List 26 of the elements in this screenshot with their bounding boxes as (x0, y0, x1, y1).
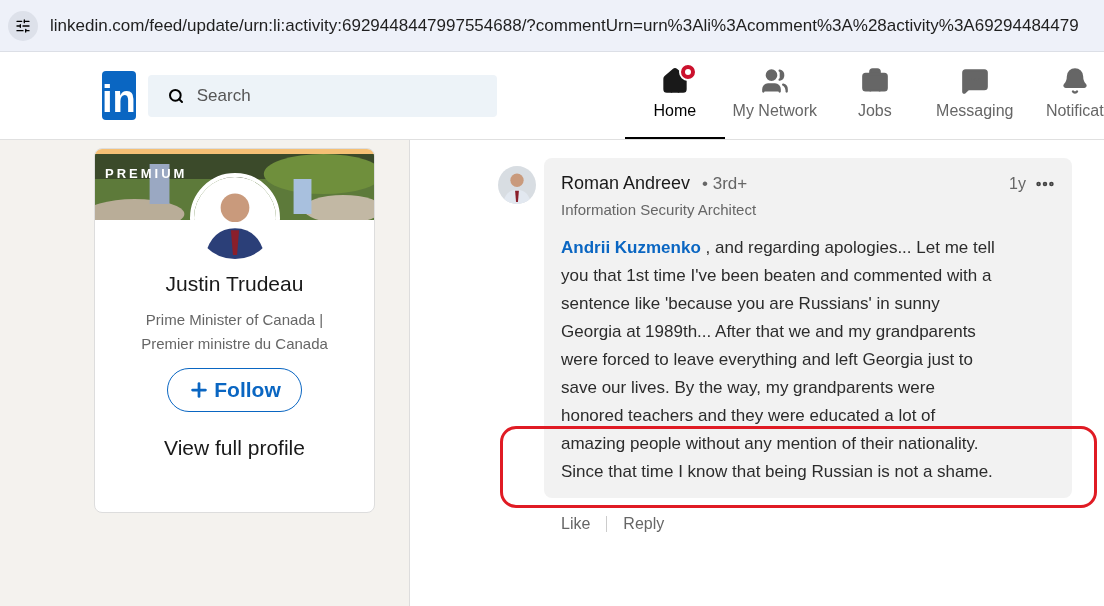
author-name[interactable]: Roman Andreev (561, 170, 691, 197)
nav-tab[interactable]: Jobs (824, 52, 925, 139)
comment-text: Andrii Kuzmenko , and regarding apologies... Let me tell you that 1st time I've been beaten and commented with a sentence like 'because you are Russians' in sunny Georgia at 1989th... After that we and my grandparents were forced to leave everything and left Georgia just to save our lives. By the way, my grandparents were honored teachers and they were educated a lot of amazing people without any mention of their nationality. (561, 236, 996, 455)
search-icon (167, 87, 184, 104)
chat-icon (960, 66, 989, 95)
site-settings-icon[interactable] (8, 10, 38, 41)
nav-tab[interactable]: My Network (724, 52, 825, 139)
bell-icon (1060, 66, 1089, 95)
briefcase-icon (860, 66, 889, 95)
view-profile-link[interactable]: View full profile (164, 431, 305, 463)
comment-action[interactable]: Reply (623, 511, 665, 536)
people-icon (760, 66, 789, 95)
mention-link[interactable]: Andrii Kuzmenko (561, 237, 701, 257)
home-icon (660, 66, 689, 95)
nav-tab[interactable]: Notificat (1024, 52, 1104, 139)
comment-action[interactable]: Like (561, 511, 591, 536)
nav-tab[interactable]: Messaging (924, 52, 1025, 139)
logo[interactable]: in (102, 71, 136, 120)
profile-headline: Prime Minister of Canada | Premier ministre du Canada (140, 309, 329, 354)
comment-time: 1y (1009, 173, 1026, 194)
profile-name[interactable]: Justin Trudeau (165, 268, 304, 300)
connection-degree: • 3rd+ (702, 172, 748, 195)
comment-text: Since that time I know that being Russian is not a shame. (561, 460, 994, 483)
commenter-avatar (498, 166, 536, 204)
search-field[interactable]: Search (147, 74, 497, 117)
author-title: Information Security Architect (561, 200, 758, 220)
